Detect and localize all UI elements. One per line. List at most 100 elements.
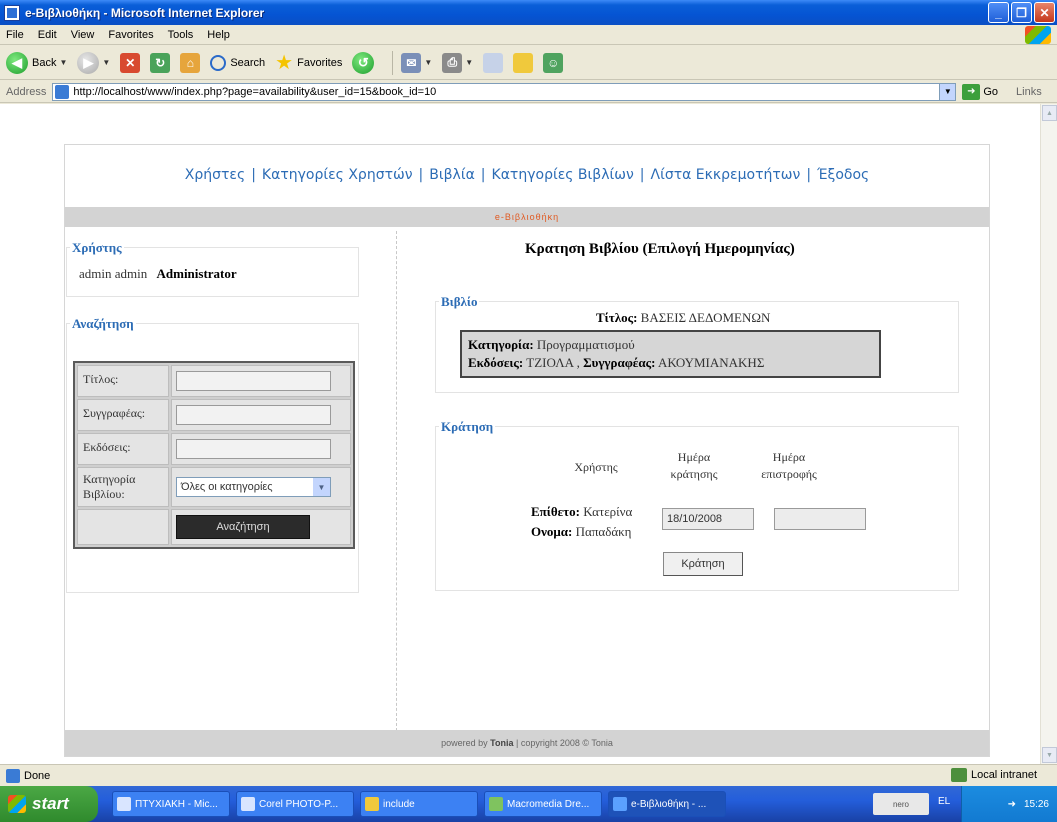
dreamweaver-icon (489, 797, 503, 811)
back-arrow-icon: ◀ (6, 51, 28, 74)
reservation-title: Κρατηση Βιβλίου (Επιλογή Ημερομηνίας) (525, 241, 795, 257)
back-button[interactable]: ◀ Back ▼ (6, 51, 67, 74)
publisher-label: Εκδόσεις: (77, 433, 169, 465)
search-row-category: Κατηγορία Βιβλίου: Όλες οι κατηγορίες ▼ (77, 467, 351, 507)
reservation-user: Επίθετο: Κατερίνα Ονομα: Παπαδάκη (531, 502, 632, 542)
start-label: start (32, 794, 69, 813)
browser-toolbar: ◀ Back ▼ ▶ ▼ ✕ ↻ ⌂ Search ★ Favorites ↺ … (0, 46, 1057, 80)
print-button[interactable]: ⎙ ▼ (442, 52, 473, 73)
nav-pending-list[interactable]: Λίστα Εκκρεμοτήτων (651, 167, 801, 183)
nav-books[interactable]: Βιβλία (429, 167, 475, 183)
title-label: Τίτλος: (77, 365, 169, 397)
windows-flag-icon (8, 795, 26, 813)
start-button[interactable]: start (0, 786, 98, 822)
search-form: Τίτλος: Συγγραφέας: Εκδόσεις: Κατηγορία … (73, 361, 355, 549)
folder-button[interactable] (513, 52, 534, 73)
nero-tray-icon[interactable]: nero (873, 793, 929, 815)
reservation-box: Κράτηση Χρήστης Ημέρα κράτησης Ημέρα επι… (435, 419, 959, 591)
menu-file[interactable]: File (6, 29, 24, 41)
tray-arrow-icon[interactable]: ➜ (1008, 799, 1016, 810)
page-done-icon (6, 768, 20, 783)
corel-icon (241, 797, 255, 811)
chevron-down-icon[interactable]: ▼ (313, 478, 330, 496)
nav-users[interactable]: Χρήστες (185, 167, 245, 183)
book-author-label: Συγγραφέας: (583, 355, 656, 370)
go-arrow-icon: ➜ (962, 83, 981, 100)
nav-book-categories[interactable]: Κατηγορίες Βιβλίων (492, 167, 634, 183)
security-zone: Local intranet (950, 768, 1037, 782)
minimize-button[interactable]: _ (988, 2, 1009, 23)
name-label: Ονομα: (531, 524, 573, 539)
book-title-line: Τίτλος: ΒΑΣΕΙΣ ΔΕΔΟΜΕΝΩΝ (596, 310, 770, 326)
col-return-date-header: Ημέρα επιστροφής (761, 450, 817, 481)
system-tray: ➜ 15:26 (961, 786, 1057, 822)
search-submit-button[interactable]: Αναζήτηση (176, 515, 310, 539)
user-box: Χρήστης admin admin Administrator (66, 240, 359, 297)
page-icon (55, 84, 70, 99)
menu-tools[interactable]: Tools (168, 29, 194, 41)
nav-user-categories[interactable]: Κατηγορίες Χρηστών (262, 167, 413, 183)
author-label: Συγγραφέας: (77, 399, 169, 431)
stop-button[interactable]: ✕ (120, 52, 141, 73)
maximize-button[interactable]: ❐ (1011, 2, 1032, 23)
vertical-scrollbar[interactable]: ▲ ▼ (1040, 104, 1057, 764)
return-date-input[interactable] (774, 508, 866, 530)
search-row-button: Αναζήτηση (77, 509, 351, 545)
taskbar-item-ie[interactable]: e-Βιβλιοθήκη - ... (608, 791, 726, 817)
refresh-button[interactable]: ↻ (150, 52, 171, 73)
chevron-down-icon[interactable]: ▼ (424, 58, 432, 67)
scroll-up-icon[interactable]: ▲ (1042, 105, 1057, 121)
book-box-legend: Βιβλίο (439, 294, 480, 310)
go-button[interactable]: ➜ Go (962, 83, 998, 100)
chevron-down-icon[interactable]: ▼ (59, 58, 67, 67)
book-category-value: Προγραμματισμού (536, 337, 635, 352)
chevron-down-icon[interactable]: ▼ (102, 58, 110, 67)
clock: 15:26 (1023, 798, 1049, 810)
scroll-down-icon[interactable]: ▼ (1042, 747, 1057, 763)
nav-logout[interactable]: Έξοδος (817, 167, 869, 183)
home-button[interactable]: ⌂ (180, 52, 201, 73)
window-title: e-Βιβλιοθήκη - Microsoft Internet Explor… (25, 5, 265, 20)
taskbar-item-corel[interactable]: Corel PHOTO-P... (236, 791, 354, 817)
reserve-button[interactable]: Κράτηση (663, 552, 743, 576)
history-button[interactable]: ↺ (352, 51, 375, 74)
ie-page-icon (4, 4, 20, 21)
star-icon: ★ (275, 51, 294, 74)
taskbar-item-include[interactable]: include (360, 791, 478, 817)
favorites-button[interactable]: ★ Favorites (275, 53, 342, 73)
menu-edit[interactable]: Edit (38, 29, 57, 41)
search-box: Αναζήτηση Τίτλος: Συγγραφέας: Εκδόσεις: … (66, 316, 359, 593)
menu-favorites[interactable]: Favorites (108, 29, 153, 41)
category-select[interactable]: Όλες οι κατηγορίες ▼ (176, 477, 331, 497)
menu-help[interactable]: Help (207, 29, 230, 41)
site-footer: powered by Tonia | copyright 2008 © Toni… (65, 730, 989, 756)
search-row-title: Τίτλος: (77, 365, 351, 397)
book-title-label: Τίτλος: (596, 310, 638, 325)
address-url: http://localhost/www/index.php?page=avai… (73, 85, 437, 98)
forward-button[interactable]: ▶ ▼ (77, 51, 110, 74)
refresh-icon: ↻ (150, 52, 171, 73)
title-input[interactable] (176, 371, 331, 391)
taskbar-item-dreamweaver[interactable]: Macromedia Dre... (484, 791, 602, 817)
language-indicator[interactable]: EL (938, 796, 950, 807)
chevron-down-icon[interactable]: ▼ (465, 58, 473, 67)
folder-icon (365, 797, 379, 811)
publisher-input[interactable] (176, 439, 331, 459)
home-icon: ⌂ (180, 52, 201, 73)
search-button[interactable]: Search (210, 54, 265, 71)
reservation-box-legend: Κράτηση (439, 419, 496, 435)
book-box: Βιβλίο Τίτλος: ΒΑΣΕΙΣ ΔΕΔΟΜΕΝΩΝ Κατηγορί… (435, 294, 959, 393)
close-button[interactable]: ✕ (1034, 2, 1055, 23)
chevron-down-icon[interactable]: ▼ (939, 83, 956, 100)
menu-view[interactable]: View (71, 29, 95, 41)
taskbar-item-word[interactable]: ΠΤΥΧΙΑΚΗ - Mic... (112, 791, 230, 817)
author-input[interactable] (176, 405, 331, 425)
address-input[interactable]: http://localhost/www/index.php?page=avai… (52, 82, 957, 101)
messenger-button[interactable]: ☺ (543, 52, 564, 73)
links-button[interactable]: Links (1016, 86, 1042, 98)
status-bar: Done Local intranet (0, 764, 1057, 786)
mail-button[interactable]: ✉ ▼ (401, 52, 432, 73)
edit-button[interactable] (483, 52, 504, 73)
reserve-date-input[interactable]: 18/10/2008 (662, 508, 754, 530)
book-author-value: ΑΚΟΥΜΙΑΝΑΚΗΣ (657, 355, 765, 370)
